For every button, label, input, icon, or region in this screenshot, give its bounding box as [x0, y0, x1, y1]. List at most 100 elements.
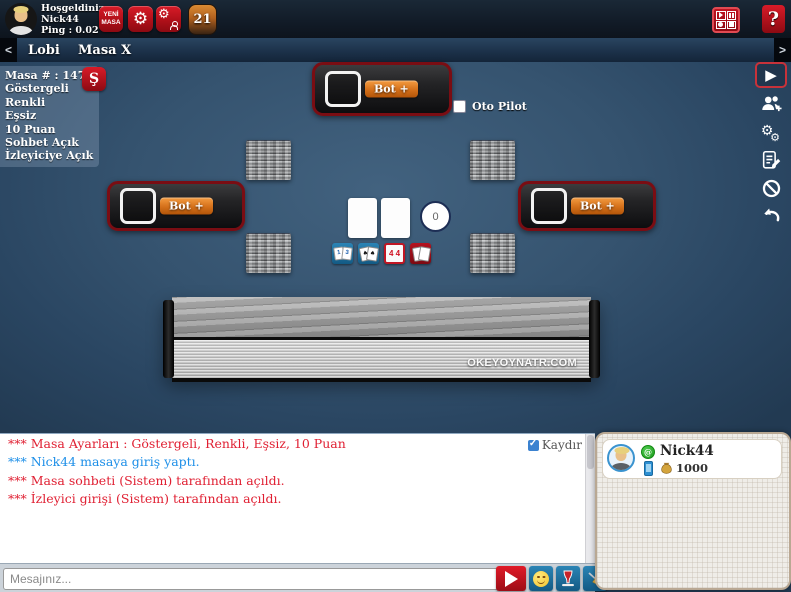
rack-top-shelf	[172, 297, 591, 340]
help-button[interactable]: ?	[762, 5, 785, 33]
add-bot-button[interactable]: Bot +	[365, 81, 418, 98]
add-friend-button[interactable]	[757, 92, 785, 116]
header-bar: Hoşgeldiniz, Nick44 Ping : 0.02 YENİ MAS…	[0, 0, 791, 38]
welcome-line: Hoşgeldiniz,	[41, 3, 107, 14]
record-icon	[716, 21, 726, 30]
person-icon	[170, 21, 178, 29]
tabs-scroll-left-button[interactable]: <	[0, 38, 17, 62]
chat-message: *** İzleyici girişi (Sistem) tarafından …	[0, 490, 595, 509]
autopilot-option[interactable]: Oto Pilot	[453, 100, 527, 113]
block-button[interactable]	[757, 176, 785, 200]
scroll-checkbox[interactable]	[528, 440, 539, 451]
center-tile	[348, 198, 377, 238]
action-sidebar: ▶ ⚙ ⚙	[753, 62, 789, 228]
table-setting: Renkli	[5, 96, 93, 109]
table-number: Masa # : 1474	[5, 69, 93, 82]
undo-icon	[760, 205, 782, 227]
scroll-option[interactable]: Kaydır	[528, 438, 582, 452]
tabs-scroll-right-button[interactable]: >	[774, 38, 791, 62]
empty-avatar-slot[interactable]	[531, 188, 567, 224]
user-avatar[interactable]	[5, 3, 37, 35]
tile-stack	[246, 233, 291, 273]
add-bot-button[interactable]: Bot +	[160, 198, 213, 215]
seat-top[interactable]: Bot +	[312, 62, 452, 116]
table-setting: 10 Puan	[5, 123, 93, 136]
tea-glass-icon	[560, 569, 576, 588]
player-avatar	[607, 444, 635, 472]
avatar-person-icon	[616, 449, 627, 461]
message-input[interactable]	[3, 568, 501, 590]
online-status-badge: @	[641, 445, 655, 459]
undo-button[interactable]	[757, 204, 785, 228]
chat-scrollbar-thumb[interactable]	[587, 435, 594, 469]
autopilot-checkbox[interactable]	[453, 100, 466, 113]
stop-icon	[727, 21, 737, 30]
okey-game-window: Hoşgeldiniz, Nick44 Ping : 0.02 YENİ MAS…	[0, 0, 791, 592]
note-edit-icon	[760, 149, 782, 171]
media-controls-button[interactable]	[712, 7, 740, 33]
chat-scrollbar[interactable]	[585, 434, 595, 564]
table-setting: Göstergeli	[5, 82, 93, 95]
empty-avatar-slot[interactable]	[325, 71, 361, 107]
welcome-text: Hoşgeldiniz, Nick44 Ping : 0.02	[41, 3, 107, 36]
emoji-button[interactable]	[529, 566, 553, 591]
table-setting: Eşsiz	[5, 109, 93, 122]
start-game-button[interactable]: ▶	[755, 62, 787, 88]
chat-message: *** Nick44 masaya giriş yaptı.	[0, 453, 595, 472]
add-bot-button[interactable]: Bot +	[571, 198, 624, 215]
send-arrow-icon	[505, 571, 518, 587]
rack-end-cap	[589, 300, 600, 378]
tile-stack	[470, 140, 515, 180]
seat-right[interactable]: Bot +	[518, 181, 656, 231]
tile-rack: OKEYOYNATR.COM	[163, 297, 600, 383]
user-settings-button[interactable]: ⚙	[156, 6, 181, 32]
notification-badge[interactable]: 21	[188, 4, 217, 35]
chat-area: *** Masa Ayarları : Göstergeli, Renkli, …	[0, 433, 595, 564]
table-setting: İzleyiciye Açık	[5, 149, 93, 162]
smiley-icon	[533, 571, 549, 587]
gears-icon: ⚙ ⚙	[760, 121, 782, 143]
blank-card-icon	[418, 246, 431, 262]
empty-avatar-slot[interactable]	[120, 188, 156, 224]
message-bar	[0, 563, 595, 592]
autopilot-label: Oto Pilot	[472, 100, 527, 113]
settings-button[interactable]: ⚙ ⚙	[757, 120, 785, 144]
ping-text: Ping : 0.02	[41, 25, 107, 36]
card-style-blue-button[interactable]: ♠ ♠	[358, 243, 379, 264]
avatar-person-icon	[15, 8, 28, 22]
gear-icon: ⚙	[158, 7, 170, 22]
play-icon	[716, 11, 726, 20]
tile-stack	[470, 233, 515, 273]
pot-counter: 0	[420, 201, 451, 232]
chat-message: *** Masa Ayarları : Göstergeli, Renkli, …	[0, 434, 595, 453]
spade-icon: ♠	[366, 246, 379, 262]
mobile-device-icon	[644, 461, 653, 476]
bet-currency-button[interactable]: Ş	[82, 67, 106, 91]
tile-stack	[246, 140, 291, 180]
tab-bar: < Lobi Masa X >	[0, 38, 791, 62]
tile-style-red-button[interactable]: 4 4	[384, 243, 405, 264]
gear-icon: ⚙	[133, 9, 148, 29]
block-icon	[761, 178, 782, 199]
svg-text:⚙: ⚙	[770, 131, 780, 143]
table-settings-button[interactable]: ⚙	[128, 6, 153, 32]
center-tile	[381, 198, 410, 238]
seat-left[interactable]: Bot +	[107, 181, 245, 231]
notes-button[interactable]	[757, 148, 785, 172]
tea-button[interactable]	[556, 566, 580, 591]
card-style-red-button[interactable]	[410, 243, 431, 264]
add-user-icon	[760, 93, 782, 115]
tab-masa-x[interactable]: Masa X	[72, 38, 137, 62]
new-table-button[interactable]: YENİ MASA	[99, 6, 123, 32]
username-text: Nick44	[41, 14, 107, 25]
scroll-label: Kaydır	[542, 438, 582, 452]
table-setting: Sohbet Açık	[5, 136, 93, 149]
tab-lobi[interactable]: Lobi	[22, 38, 66, 62]
rack-end-cap	[163, 300, 174, 378]
send-button[interactable]	[496, 566, 526, 591]
pause-icon	[727, 11, 737, 20]
tile-style-blue-button[interactable]: 1 3	[332, 243, 353, 264]
player-row[interactable]: @ Nick44 1000	[602, 439, 782, 479]
site-watermark: OKEYOYNATR.COM	[467, 357, 577, 369]
player-coins: 1000	[676, 461, 708, 475]
